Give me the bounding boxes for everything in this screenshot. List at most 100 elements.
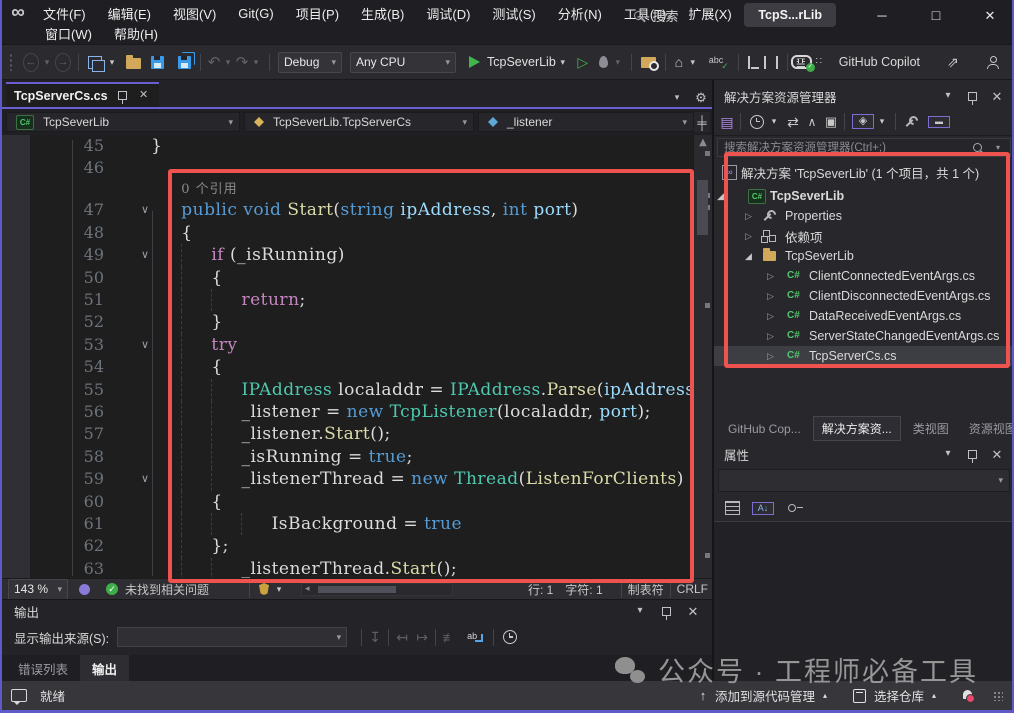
expand-arrow-icon[interactable]: ▷ bbox=[745, 211, 752, 222]
editor-options-gear-icon[interactable]: ⚙ bbox=[694, 91, 708, 104]
new-project-icon[interactable] bbox=[88, 56, 102, 69]
run-target-label[interactable]: TcpSeverLib bbox=[487, 55, 556, 69]
pin-icon[interactable] bbox=[968, 450, 977, 459]
close-panel-icon[interactable]: ✕ bbox=[990, 448, 1004, 461]
collapse-arrow-icon[interactable]: ◢ bbox=[717, 191, 724, 202]
scroll-up-icon[interactable]: ▲ bbox=[694, 137, 712, 148]
tab-list-dropdown-icon[interactable]: ▾ bbox=[670, 93, 684, 102]
feedback-icon[interactable] bbox=[79, 584, 90, 595]
property-pages-key-icon[interactable] bbox=[788, 504, 803, 513]
spell-check-icon[interactable] bbox=[709, 55, 729, 69]
tab-output[interactable]: 输出 bbox=[80, 655, 129, 682]
health-status-label[interactable]: 未找到相关问题 bbox=[125, 581, 209, 598]
format-document-icon[interactable] bbox=[764, 56, 778, 69]
pin-icon[interactable] bbox=[662, 607, 671, 616]
account-icon[interactable] bbox=[987, 56, 999, 69]
open-folder-icon[interactable] bbox=[126, 58, 141, 69]
close-tab-icon[interactable]: ✕ bbox=[137, 90, 151, 101]
tree-item[interactable]: ▷DataReceivedEventArgs.cs bbox=[714, 306, 1012, 326]
show-all-files-icon[interactable]: ▣ bbox=[824, 115, 838, 128]
pin-tab-icon[interactable] bbox=[118, 91, 127, 100]
code-cleanup-dropdown-icon[interactable]: ▾ bbox=[272, 585, 286, 594]
switch-views-icon[interactable]: ▤ bbox=[720, 115, 734, 129]
tree-item[interactable]: ▷TcpServerCs.cs bbox=[714, 346, 1012, 366]
menu-item[interactable]: Git(G) bbox=[227, 6, 284, 21]
minimize-button[interactable]: ─ bbox=[866, 9, 898, 22]
menu-item[interactable]: 窗口(W) bbox=[34, 24, 103, 43]
tab-resource-view[interactable]: 资源视图 bbox=[961, 417, 1014, 440]
tabs-indicator[interactable]: 制表符 bbox=[628, 581, 664, 598]
menu-item[interactable]: 调试(D) bbox=[415, 4, 481, 23]
menu-item[interactable]: 视图(V) bbox=[162, 4, 227, 23]
output-source-select[interactable]: ▾ bbox=[117, 627, 347, 647]
alphabetical-sort-icon[interactable]: A↓ bbox=[752, 502, 774, 515]
word-wrap-icon[interactable] bbox=[467, 631, 484, 644]
search-dropdown-icon[interactable]: ▾ bbox=[684, 11, 698, 20]
menu-item[interactable]: 测试(S) bbox=[481, 4, 546, 23]
tab-error-list[interactable]: 错误列表 bbox=[6, 655, 80, 682]
categorized-icon[interactable] bbox=[725, 501, 740, 515]
close-panel-icon[interactable]: ✕ bbox=[990, 90, 1004, 103]
chevron-down-icon[interactable]: ▾ bbox=[991, 144, 1005, 152]
search-box[interactable]: 搜索 ▾ bbox=[631, 6, 698, 25]
expand-arrow-icon[interactable]: ▷ bbox=[767, 311, 774, 322]
preview-selected-items-icon[interactable]: ▬ bbox=[928, 116, 950, 128]
navbar-type-dropdown[interactable]: TcpSeverLib.TcpServerCs ▾ bbox=[244, 112, 474, 132]
expand-arrow-icon[interactable]: ▷ bbox=[767, 331, 774, 342]
next-message-icon[interactable]: ↦ bbox=[415, 630, 429, 644]
find-in-files-icon[interactable] bbox=[641, 57, 656, 68]
properties-object-select[interactable]: ▾ bbox=[718, 469, 1010, 492]
cursor-position-icon[interactable] bbox=[748, 56, 750, 69]
tab-solution-explorer[interactable]: 解决方案资... bbox=[813, 416, 901, 441]
solution-search-input[interactable] bbox=[717, 138, 1011, 157]
pending-changes-filter-icon[interactable] bbox=[750, 115, 764, 129]
column-indicator[interactable]: 字符: 1 bbox=[565, 581, 602, 598]
editor-tab[interactable]: TcpServerCs.cs ✕ bbox=[6, 82, 159, 107]
expand-arrow-icon[interactable]: ▷ bbox=[767, 271, 774, 282]
vertical-scrollbar[interactable]: ▲ bbox=[693, 135, 712, 578]
expand-arrow-icon[interactable]: ▷ bbox=[767, 351, 774, 362]
tree-item[interactable]: 解决方案 'TcpSeverLib' (1 个项目，共 1 个) bbox=[714, 162, 1012, 182]
github-copilot-label[interactable]: GitHub Copilot bbox=[839, 55, 920, 69]
filter-dropdown-icon[interactable]: ▾ bbox=[767, 117, 781, 126]
navigate-back-icon[interactable]: ← bbox=[23, 53, 39, 72]
track-active-dropdown-icon[interactable]: ▾ bbox=[875, 117, 889, 126]
panel-dropdown-icon[interactable]: ▾ bbox=[941, 449, 955, 459]
notifications-bell-icon[interactable] bbox=[962, 690, 973, 702]
start-debugging-icon[interactable] bbox=[469, 56, 480, 68]
properties-wrench-icon[interactable] bbox=[905, 116, 918, 128]
feedback-chat-icon[interactable] bbox=[11, 689, 27, 702]
undo-dropdown-icon[interactable]: ▾ bbox=[221, 58, 235, 67]
line-indicator[interactable]: 行: 1 bbox=[528, 581, 553, 598]
tab-class-view[interactable]: 类视图 bbox=[905, 417, 957, 440]
configuration-select[interactable]: Debug▾ bbox=[278, 52, 342, 73]
tree-item[interactable]: ▷ClientDisconnectedEventArgs.cs bbox=[714, 286, 1012, 306]
home-window-dropdown-icon[interactable]: ▾ bbox=[686, 58, 700, 67]
repository-icon[interactable] bbox=[853, 689, 866, 703]
redo-icon[interactable]: ↷ bbox=[235, 55, 249, 70]
fold-chevron-icon[interactable]: ∨ bbox=[138, 244, 152, 266]
share-icon[interactable]: ⇗ bbox=[946, 55, 960, 69]
expand-arrow-icon[interactable]: ▷ bbox=[745, 231, 752, 242]
scrollbar-thumb[interactable] bbox=[697, 180, 708, 235]
platform-select[interactable]: Any CPU▾ bbox=[350, 52, 456, 73]
start-without-debugging-icon[interactable]: ▷ bbox=[576, 55, 590, 69]
navigate-back-dropdown-icon[interactable]: ▾ bbox=[40, 58, 54, 67]
horizontal-scrollbar[interactable] bbox=[301, 583, 453, 596]
pin-icon[interactable] bbox=[968, 92, 977, 101]
run-target-dropdown-icon[interactable]: ▾ bbox=[556, 58, 570, 67]
menu-item[interactable]: 帮助(H) bbox=[103, 24, 169, 43]
undo-icon[interactable]: ↶ bbox=[207, 55, 221, 70]
close-panel-icon[interactable]: ✕ bbox=[686, 605, 700, 618]
expand-arrow-icon[interactable]: ▷ bbox=[767, 291, 774, 302]
fold-chevron-icon[interactable]: ∨ bbox=[138, 334, 152, 356]
tree-item[interactable]: ▷ClientConnectedEventArgs.cs bbox=[714, 266, 1012, 286]
tab-github-copilot[interactable]: GitHub Cop... bbox=[720, 419, 809, 439]
close-button[interactable]: ✕ bbox=[974, 9, 1006, 22]
search-icon[interactable] bbox=[973, 143, 982, 152]
navigate-forward-icon[interactable]: → bbox=[55, 53, 71, 72]
menu-item[interactable]: 分析(N) bbox=[547, 4, 613, 23]
code-cleanup-icon[interactable] bbox=[259, 583, 269, 595]
github-copilot-icon[interactable] bbox=[791, 55, 812, 69]
save-icon[interactable] bbox=[151, 56, 164, 69]
